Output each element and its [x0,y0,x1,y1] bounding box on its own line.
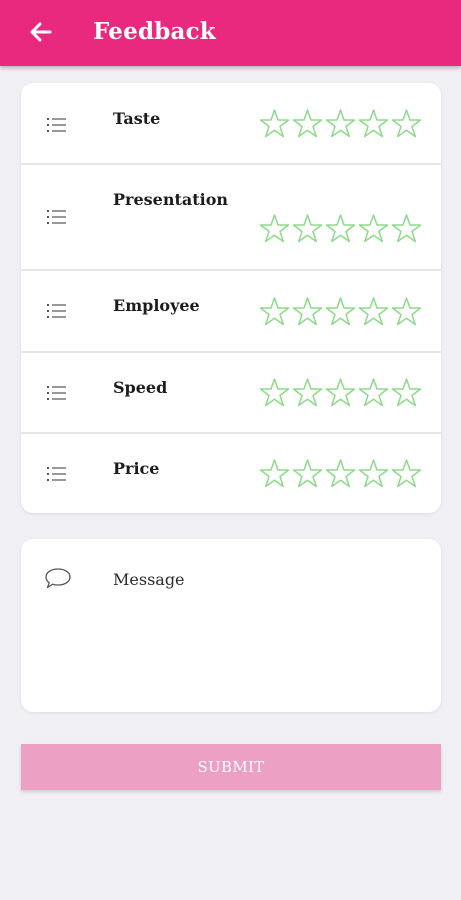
star-rating[interactable] [258,213,423,243]
star-outline-icon[interactable] [291,458,324,488]
star-outline-icon[interactable] [258,213,291,243]
star-outline-icon[interactable] [291,213,324,243]
rating-label: Price [113,459,160,478]
rating-label: Employee [113,296,200,315]
rating-label: Taste [113,109,161,128]
star-outline-icon[interactable] [291,108,324,138]
list-icon [47,304,66,318]
list-icon [47,210,66,224]
star-rating[interactable] [258,458,423,488]
star-outline-icon[interactable] [390,213,423,243]
star-outline-icon[interactable] [357,377,390,407]
star-outline-icon[interactable] [258,108,291,138]
star-outline-icon[interactable] [390,296,423,326]
rating-label: Speed [113,378,168,397]
star-outline-icon[interactable] [390,108,423,138]
chat-bubble-icon [45,568,71,589]
back-button[interactable] [26,17,56,47]
list-icon [47,118,66,132]
star-outline-icon[interactable] [258,458,291,488]
rating-row-speed: Speed [21,353,441,432]
star-outline-icon[interactable] [324,213,357,243]
star-rating[interactable] [258,296,423,326]
rating-label: Presentation [113,190,228,209]
app-bar: Feedback [0,0,461,66]
star-outline-icon[interactable] [291,296,324,326]
arrow-left-icon [30,22,52,42]
rating-row-employee: Employee [21,271,441,351]
rating-row-presentation: Presentation [21,165,441,269]
submit-button[interactable]: SUBMIT [21,744,441,790]
list-icon [47,467,66,481]
star-outline-icon[interactable] [258,296,291,326]
star-rating[interactable] [258,377,423,407]
submit-label: SUBMIT [197,758,265,776]
page-title: Feedback [93,18,216,45]
star-outline-icon[interactable] [258,377,291,407]
star-outline-icon[interactable] [324,458,357,488]
ratings-card: Taste Presentation Employee Speed Price [21,83,441,513]
star-outline-icon[interactable] [324,108,357,138]
message-placeholder: Message [113,570,185,589]
star-outline-icon[interactable] [324,377,357,407]
star-rating[interactable] [258,108,423,138]
star-outline-icon[interactable] [357,213,390,243]
star-outline-icon[interactable] [357,458,390,488]
rating-row-taste: Taste [21,83,441,163]
star-outline-icon[interactable] [390,458,423,488]
star-outline-icon[interactable] [357,108,390,138]
star-outline-icon[interactable] [324,296,357,326]
star-outline-icon[interactable] [390,377,423,407]
star-outline-icon[interactable] [291,377,324,407]
message-field[interactable]: Message [21,539,441,712]
star-outline-icon[interactable] [357,296,390,326]
list-icon [47,386,66,400]
rating-row-price: Price [21,434,441,513]
